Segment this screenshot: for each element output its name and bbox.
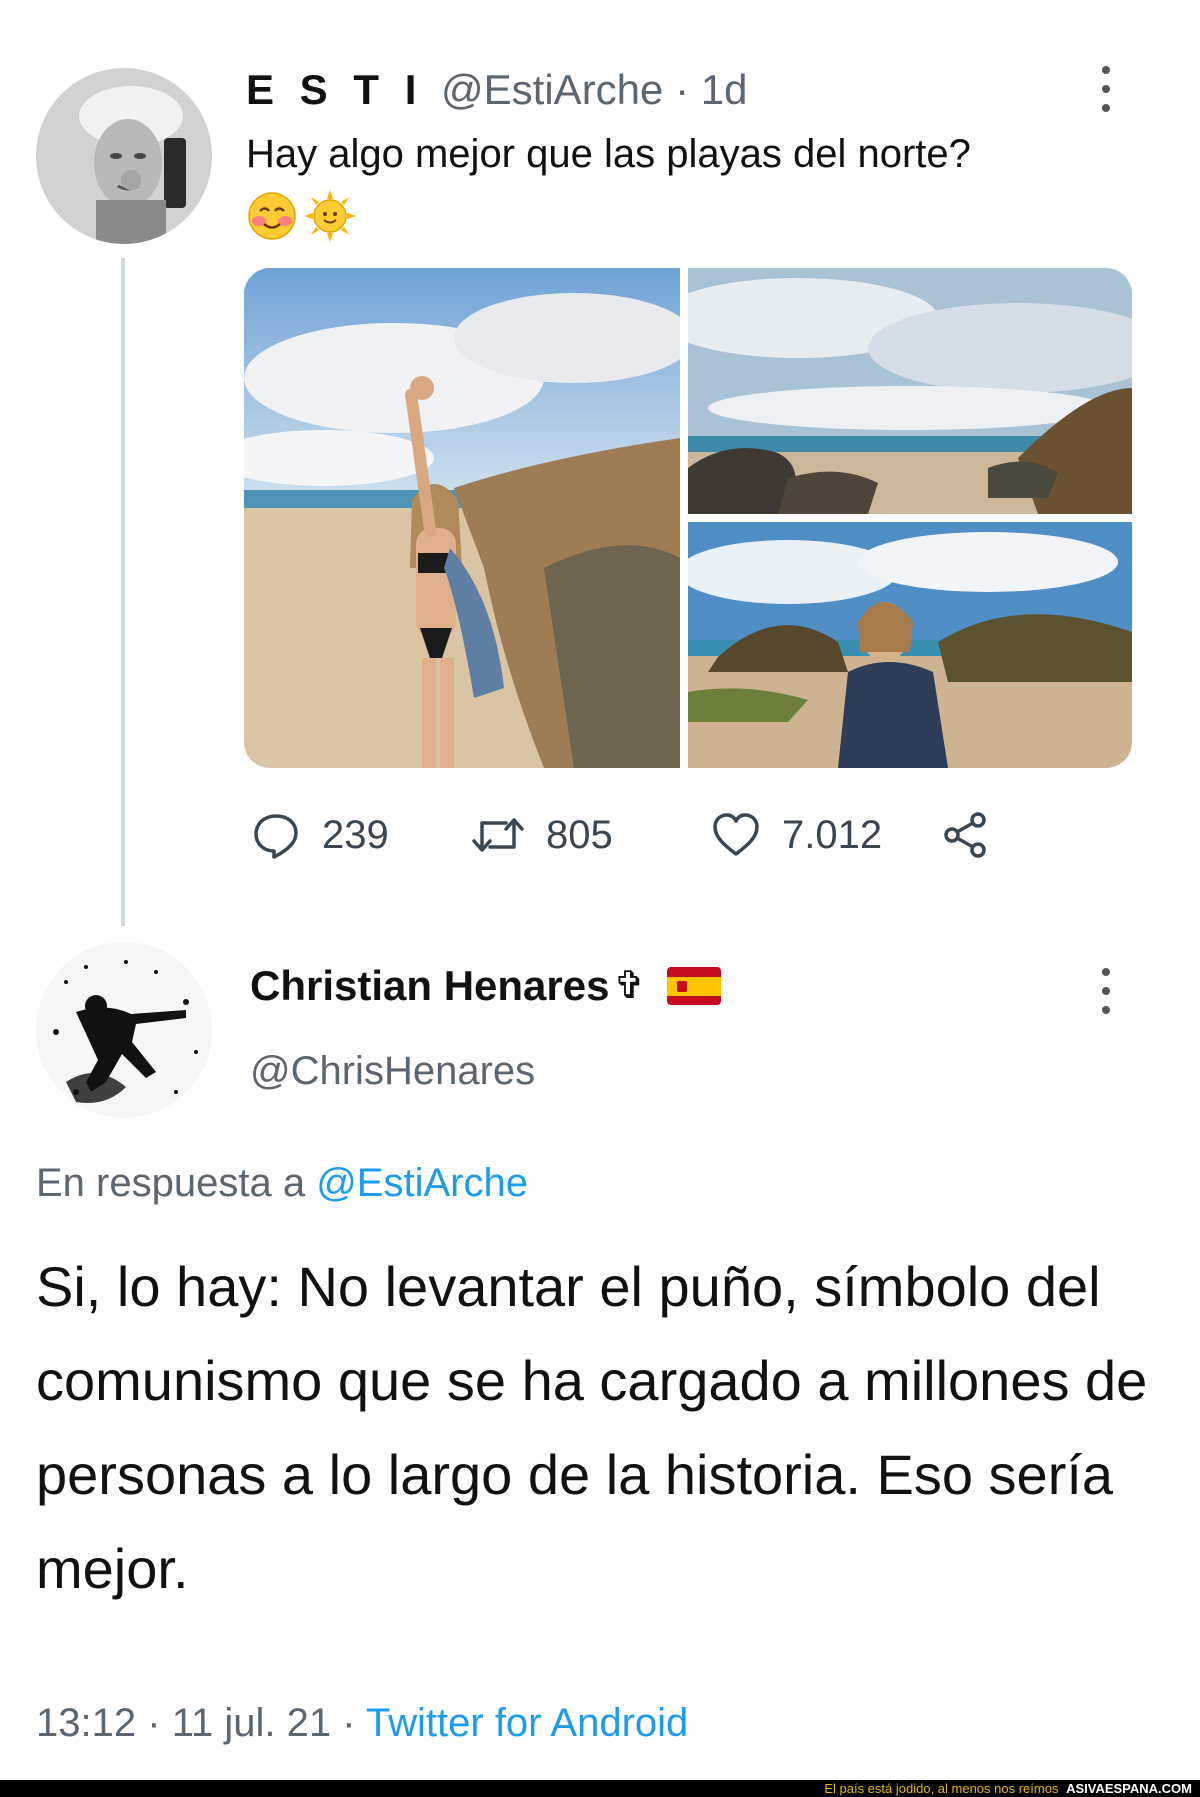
beach-photo-woman-raised-fist-image — [244, 268, 680, 768]
reply-icon — [254, 814, 298, 859]
reply-to-label: En respuesta a — [36, 1161, 306, 1205]
tweet-meta: 13:12 · 11 jul. 21 · Twitter for Android — [36, 1695, 688, 1751]
footer-site-name[interactable]: ASIVAESPANA.COM — [1066, 1781, 1192, 1796]
site-footer-bar: El país está jodido, al menos nos reímos… — [0, 1780, 1200, 1797]
tweet-media-grid — [244, 268, 1132, 768]
display-name-christian-row: Christian Henares ✞ — [250, 958, 722, 1014]
sun-with-face-emoji — [304, 190, 356, 242]
beach-rocks-photo-image — [688, 268, 1132, 514]
avatar-esti-image — [36, 68, 212, 244]
share-action[interactable] — [940, 805, 992, 865]
smiling-face-with-blush-emoji — [248, 192, 296, 240]
footer-caption: El país está jodido, al menos nos reímos — [824, 1781, 1059, 1796]
more-options-icon[interactable] — [1100, 968, 1112, 1014]
handle-esti[interactable]: @EstiArche — [441, 66, 663, 113]
reply-tweet-text: Si, lo hay: No levantar el puño, símbolo… — [36, 1255, 1148, 1600]
tweet-header: E S T I @EstiArche · 1d — [246, 62, 747, 118]
like-icon — [713, 813, 759, 856]
beach-photo-woman-raised-fist[interactable] — [244, 268, 680, 768]
header-separator: · — [675, 66, 690, 113]
retweet-count: 805 — [546, 812, 613, 857]
beach-photo-woman-jacket-image — [688, 522, 1132, 768]
tweet-emojis — [246, 190, 356, 242]
tweet-time[interactable]: 13:12 — [36, 1701, 136, 1745]
beach-photo-woman-jacket[interactable] — [688, 522, 1132, 768]
tweet-time-ago[interactable]: 1d — [701, 66, 748, 113]
tweet-text: Hay algo mejor que las playas del norte? — [246, 132, 971, 176]
tweet-action-bar: 239 805 7.012 — [0, 805, 1200, 865]
avatar-christian[interactable] — [36, 942, 212, 1118]
tweet-source-link[interactable]: Twitter for Android — [366, 1701, 688, 1745]
avatar-christian-image — [36, 942, 212, 1118]
cross-symbol: ✞ — [613, 965, 646, 1007]
handle-christian[interactable]: @ChrisHenares — [250, 1043, 535, 1099]
like-count: 7.012 — [782, 812, 883, 857]
like-action[interactable]: 7.012 — [710, 805, 882, 865]
display-name-esti[interactable]: E S T I — [246, 66, 423, 113]
more-options-icon[interactable] — [1100, 66, 1112, 112]
display-name-christian[interactable]: Christian Henares — [250, 958, 609, 1014]
share-icon — [944, 812, 986, 858]
beach-rocks-photo[interactable] — [688, 268, 1132, 514]
retweet-action[interactable]: 805 — [470, 805, 613, 865]
avatar-esti[interactable] — [36, 68, 212, 244]
reply-count: 239 — [322, 812, 389, 857]
reply-action[interactable]: 239 — [250, 805, 389, 865]
meta-separator: · — [147, 1701, 161, 1745]
reply-to-mention[interactable]: @EstiArche — [316, 1161, 528, 1205]
spain-flag-icon — [667, 967, 722, 1005]
retweet-icon — [472, 818, 524, 852]
reply-context: En respuesta a @EstiArche — [36, 1155, 528, 1211]
tweet-date[interactable]: 11 jul. 21 — [172, 1701, 331, 1745]
meta-separator: · — [342, 1701, 356, 1745]
